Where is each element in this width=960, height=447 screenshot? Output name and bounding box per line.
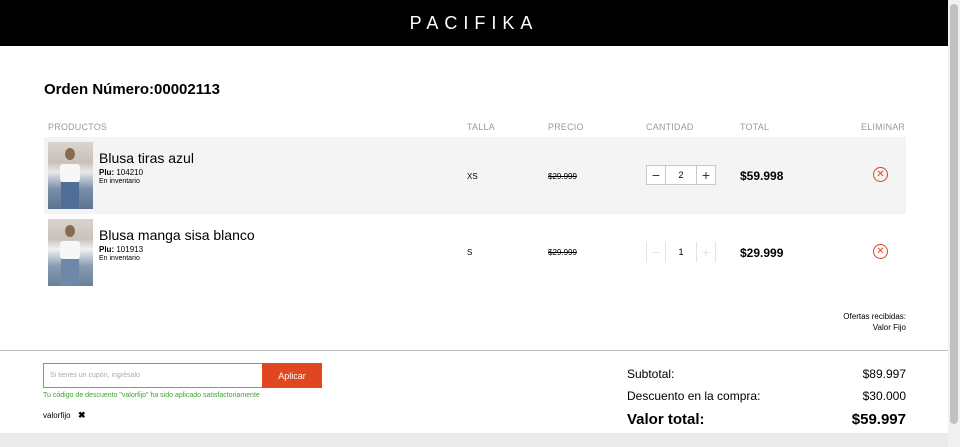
subtotal-value: $89.997	[862, 367, 906, 381]
product-image[interactable]	[48, 142, 93, 209]
product-price: $29.999	[548, 248, 577, 257]
scrollbar[interactable]	[948, 0, 960, 447]
product-plu: Plu: 104210	[99, 168, 144, 177]
remove-item-icon[interactable]: ✕	[873, 244, 888, 259]
decrement-button[interactable]: −	[646, 242, 666, 262]
product-size: S	[467, 248, 473, 257]
product-name[interactable]: Blusa manga sisa blanco	[99, 227, 255, 243]
quantity-value[interactable]: 1	[666, 242, 696, 262]
column-header-products: PRODUCTOS	[48, 122, 108, 132]
decrement-button[interactable]: −	[646, 165, 666, 185]
discount-value: $30.000	[862, 389, 906, 403]
quantity-stepper: − 2 +	[646, 165, 716, 185]
product-total: $29.999	[740, 246, 784, 260]
increment-button[interactable]: +	[696, 242, 716, 262]
column-header-size: TALLA	[467, 122, 495, 132]
product-size: XS	[467, 172, 478, 181]
increment-button[interactable]: +	[696, 165, 716, 185]
product-stock: En inventario	[99, 178, 140, 185]
product-plu: Plu: 101913	[99, 245, 144, 254]
offers-value: Valor Fijo	[872, 323, 906, 332]
quantity-value[interactable]: 2	[666, 165, 696, 185]
column-header-price: PRECIO	[548, 122, 584, 132]
remove-coupon-icon[interactable]: ✖	[78, 410, 86, 421]
product-image[interactable]	[48, 219, 93, 286]
scrollbar-thumb[interactable]	[950, 4, 958, 424]
top-bar: PACIFIKA	[0, 0, 948, 46]
product-total: $59.998	[740, 169, 784, 183]
cart-row: Blusa tiras azul Plu: 104210 En inventar…	[44, 137, 906, 214]
coupon-success-message: Tu código de descuento "valorfijo" ha si…	[43, 392, 260, 399]
coupon-input[interactable]: Si tienes un cupón, ingrésalo	[43, 363, 263, 388]
column-header-remove: ELIMINAR	[861, 122, 906, 132]
offers-title: Ofertas recibidas:	[843, 312, 906, 321]
quantity-stepper: − 1 +	[646, 242, 716, 262]
brand-logo[interactable]: PACIFIKA	[410, 13, 539, 34]
discount-label: Descuento en la compra:	[627, 389, 761, 403]
product-name[interactable]: Blusa tiras azul	[99, 150, 194, 166]
subtotal-label: Subtotal:	[627, 367, 675, 381]
column-header-total: TOTAL	[740, 122, 770, 132]
apply-coupon-button[interactable]: Aplicar	[262, 363, 322, 388]
applied-coupon-code: valorfijo	[43, 411, 71, 420]
bottom-strip	[0, 433, 948, 447]
divider	[0, 350, 948, 351]
product-price: $29.999	[548, 172, 577, 181]
product-stock: En inventario	[99, 255, 140, 262]
page: PACIFIKA Orden Número:00002113 PRODUCTOS…	[0, 0, 960, 447]
grand-total-label: Valor total:	[627, 411, 705, 428]
order-title: Orden Número:00002113	[44, 81, 220, 98]
offers-received: Ofertas recibidas: Valor Fijo	[843, 311, 906, 333]
cart-row: Blusa manga sisa blanco Plu: 101913 En i…	[44, 214, 906, 291]
column-header-quantity: CANTIDAD	[646, 122, 694, 132]
remove-item-icon[interactable]: ✕	[873, 167, 888, 182]
grand-total-value: $59.997	[851, 411, 906, 428]
